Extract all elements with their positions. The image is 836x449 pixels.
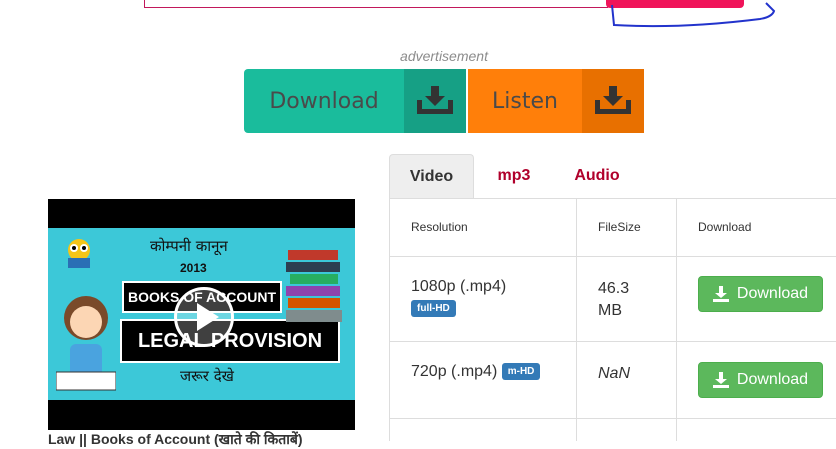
- filesize-cell: NaN: [577, 342, 677, 418]
- owl-icon: [68, 239, 90, 268]
- video-title: Law || Books of Account (खाते की किताबें…: [48, 431, 303, 447]
- download-cell: [677, 419, 836, 441]
- header-filesize: FileSize: [577, 198, 677, 256]
- table-header-row: Resolution FileSize Download: [390, 198, 836, 257]
- download-button-label: Download: [736, 285, 809, 302]
- download-button-label: Download: [736, 371, 809, 388]
- resolution-text: 1080p (.mp4): [411, 278, 507, 295]
- resolution-cell: 720p (.mp4) m-HD: [390, 342, 577, 418]
- play-icon[interactable]: [174, 287, 234, 347]
- tab-audio[interactable]: Audio: [559, 154, 635, 198]
- download-button[interactable]: Download: [698, 276, 823, 312]
- download-icon: [712, 372, 729, 388]
- table-row: 720p (.mp4) m-HD NaN Download: [390, 342, 836, 419]
- resolution-text: 720p (.mp4): [411, 363, 498, 380]
- thumb-hindi-top: कोम्पनी कानून: [150, 237, 228, 255]
- resolution-row: 720p (.mp4) m-HD: [411, 363, 576, 381]
- reading-girl-illustration: [56, 296, 116, 391]
- header-download: Download: [698, 220, 752, 234]
- thumb-year: 2013: [180, 261, 207, 275]
- header-resolution: Resolution: [390, 198, 577, 256]
- download-tray-icon: [582, 69, 644, 133]
- annotation-scribble: [611, 2, 776, 28]
- download-cell: Download: [677, 342, 836, 418]
- tab-mp3[interactable]: mp3: [477, 154, 551, 198]
- download-tray-icon: [404, 69, 466, 133]
- promo-listen-button[interactable]: Listen: [468, 69, 644, 133]
- thumb-hindi-bottom: जरूर देखे: [180, 367, 234, 385]
- filesize-text: NaN: [598, 365, 631, 382]
- quality-badge: full-HD: [411, 300, 456, 318]
- promo-download-button[interactable]: Download: [244, 69, 466, 133]
- filesize-cell: [577, 419, 677, 441]
- book-stack-illustration: [286, 250, 342, 322]
- download-cell: Download: [677, 257, 836, 341]
- download-icon: [712, 286, 729, 302]
- table-row: [390, 419, 836, 441]
- video-thumbnail[interactable]: कोम्पनी कानून 2013 BOOKS OF ACCOUNT LEGA…: [48, 199, 355, 430]
- promo-listen-label: Listen: [492, 88, 558, 114]
- advertisement-label: advertisement: [400, 48, 488, 64]
- resolution-cell: 1080p (.mp4) full-HD: [390, 257, 577, 341]
- downloads-table: Resolution FileSize Download 1080p (.mp4…: [389, 198, 836, 441]
- resolution-cell: [390, 419, 577, 441]
- filesize-text: 46.3 MB: [598, 280, 630, 319]
- quality-badge: m-HD: [501, 363, 541, 381]
- format-tabs: Video mp3 Audio: [389, 154, 836, 199]
- tab-video[interactable]: Video: [389, 154, 474, 198]
- table-row: 1080p (.mp4) full-HD 46.3 MB Download: [390, 257, 836, 342]
- download-button[interactable]: Download: [698, 362, 823, 398]
- search-input[interactable]: [144, 0, 608, 8]
- promo-download-label: Download: [269, 88, 379, 114]
- thumbnail-artwork: कोम्पनी कानून 2013 BOOKS OF ACCOUNT LEGA…: [48, 228, 355, 400]
- filesize-cell: 46.3 MB: [577, 257, 677, 341]
